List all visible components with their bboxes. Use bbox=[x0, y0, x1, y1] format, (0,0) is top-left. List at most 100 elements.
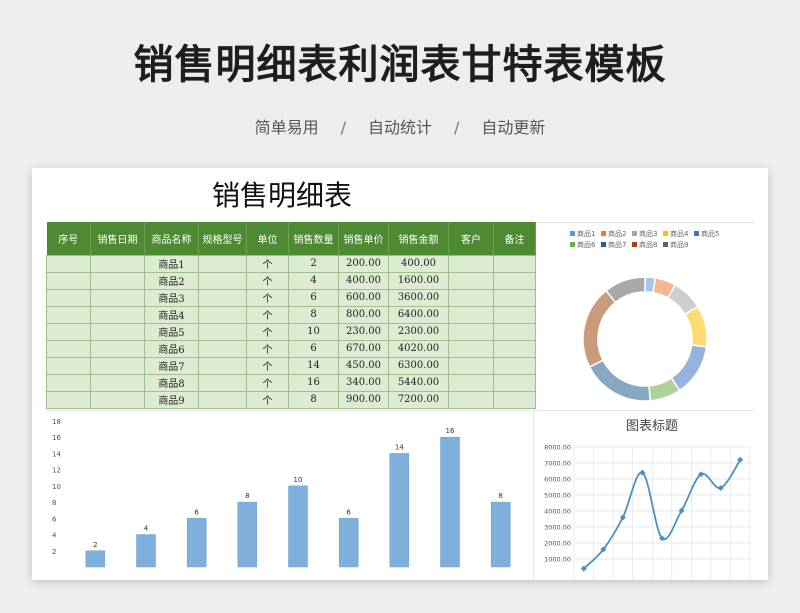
table-cell[interactable] bbox=[46, 254, 91, 273]
table-cell[interactable] bbox=[46, 322, 91, 341]
table-cell[interactable] bbox=[90, 390, 145, 409]
table-cell[interactable] bbox=[198, 390, 247, 409]
table-cell[interactable]: 3600.00 bbox=[388, 288, 449, 307]
table-cell[interactable] bbox=[90, 373, 145, 392]
table-cell[interactable] bbox=[198, 271, 247, 290]
table-cell[interactable]: 10 bbox=[288, 322, 339, 341]
table-cell[interactable] bbox=[198, 254, 247, 273]
table-cell[interactable] bbox=[448, 339, 494, 358]
table-cell[interactable] bbox=[90, 356, 145, 375]
table-cell[interactable]: 8 bbox=[288, 390, 339, 409]
table-cell[interactable] bbox=[493, 305, 536, 324]
table-cell[interactable] bbox=[493, 356, 536, 375]
table-cell[interactable]: 商品5 bbox=[144, 322, 199, 341]
table-cell[interactable] bbox=[90, 339, 145, 358]
column-header[interactable]: 客户 bbox=[448, 222, 494, 255]
table-cell[interactable]: 商品8 bbox=[144, 373, 199, 392]
table-cell[interactable]: 200.00 bbox=[338, 254, 389, 273]
table-cell[interactable]: 4020.00 bbox=[388, 339, 449, 358]
table-cell[interactable]: 4 bbox=[288, 271, 339, 290]
table-cell[interactable]: 2 bbox=[288, 254, 339, 273]
table-cell[interactable]: 商品4 bbox=[144, 305, 199, 324]
table-cell[interactable] bbox=[448, 271, 494, 290]
column-header[interactable]: 销售单价 bbox=[338, 222, 389, 255]
table-cell[interactable] bbox=[493, 373, 536, 392]
table-cell[interactable]: 400.00 bbox=[388, 254, 449, 273]
table-cell[interactable] bbox=[90, 322, 145, 341]
table-cell[interactable]: 个 bbox=[246, 339, 289, 358]
table-cell[interactable] bbox=[46, 288, 91, 307]
table-cell[interactable]: 个 bbox=[246, 356, 289, 375]
table-cell[interactable] bbox=[493, 339, 536, 358]
table-cell[interactable] bbox=[46, 356, 91, 375]
table-cell[interactable]: 230.00 bbox=[338, 322, 389, 341]
table-cell[interactable]: 600.00 bbox=[338, 288, 389, 307]
table-cell[interactable]: 个 bbox=[246, 373, 289, 392]
table-cell[interactable] bbox=[90, 288, 145, 307]
column-header[interactable]: 销售数量 bbox=[288, 222, 339, 255]
column-header[interactable]: 规格型号 bbox=[198, 222, 247, 255]
table-cell[interactable] bbox=[198, 373, 247, 392]
table-cell[interactable]: 个 bbox=[246, 390, 289, 409]
table-cell[interactable]: 个 bbox=[246, 254, 289, 273]
table-cell[interactable]: 450.00 bbox=[338, 356, 389, 375]
table-cell[interactable]: 商品7 bbox=[144, 356, 199, 375]
table-cell[interactable] bbox=[198, 288, 247, 307]
column-header[interactable]: 备注 bbox=[493, 222, 536, 255]
table-cell[interactable] bbox=[448, 390, 494, 409]
table-cell[interactable]: 2300.00 bbox=[388, 322, 449, 341]
table-cell[interactable]: 个 bbox=[246, 271, 289, 290]
table-cell[interactable]: 670.00 bbox=[338, 339, 389, 358]
column-header[interactable]: 销售日期 bbox=[90, 222, 145, 255]
column-header[interactable]: 单位 bbox=[246, 222, 289, 255]
table-cell[interactable]: 商品2 bbox=[144, 271, 199, 290]
table-cell[interactable] bbox=[448, 322, 494, 341]
table-cell[interactable] bbox=[90, 254, 145, 273]
table-cell[interactable]: 16 bbox=[288, 373, 339, 392]
table-cell[interactable] bbox=[46, 373, 91, 392]
column-header[interactable]: 序号 bbox=[46, 222, 91, 255]
table-cell[interactable]: 1600.00 bbox=[388, 271, 449, 290]
table-cell[interactable]: 个 bbox=[246, 305, 289, 324]
table-cell[interactable]: 商品9 bbox=[144, 390, 199, 409]
table-cell[interactable] bbox=[198, 305, 247, 324]
table-cell[interactable]: 6300.00 bbox=[388, 356, 449, 375]
table-cell[interactable] bbox=[46, 271, 91, 290]
table-cell[interactable]: 6 bbox=[288, 288, 339, 307]
table-cell[interactable] bbox=[198, 339, 247, 358]
table-cell[interactable] bbox=[46, 390, 91, 409]
table-cell[interactable] bbox=[448, 254, 494, 273]
table-cell[interactable] bbox=[493, 390, 536, 409]
table-cell[interactable] bbox=[198, 322, 247, 341]
column-header[interactable]: 商品名称 bbox=[144, 222, 199, 255]
table-cell[interactable]: 个 bbox=[246, 288, 289, 307]
table-cell[interactable]: 400.00 bbox=[338, 271, 389, 290]
table-cell[interactable] bbox=[493, 322, 536, 341]
table-cell[interactable]: 900.00 bbox=[338, 390, 389, 409]
table-cell[interactable]: 340.00 bbox=[338, 373, 389, 392]
table-cell[interactable] bbox=[493, 254, 536, 273]
table-cell[interactable] bbox=[46, 339, 91, 358]
table-cell[interactable]: 6 bbox=[288, 339, 339, 358]
table-cell[interactable] bbox=[493, 271, 536, 290]
table-cell[interactable] bbox=[448, 356, 494, 375]
table-cell[interactable]: 个 bbox=[246, 322, 289, 341]
table-cell[interactable]: 商品3 bbox=[144, 288, 199, 307]
table-cell[interactable] bbox=[448, 288, 494, 307]
table-cell[interactable]: 14 bbox=[288, 356, 339, 375]
table-cell[interactable]: 800.00 bbox=[338, 305, 389, 324]
table-cell[interactable]: 商品6 bbox=[144, 339, 199, 358]
table-cell[interactable] bbox=[198, 356, 247, 375]
table-cell[interactable] bbox=[493, 288, 536, 307]
table-cell[interactable] bbox=[90, 305, 145, 324]
table-cell[interactable] bbox=[46, 305, 91, 324]
table-cell[interactable]: 商品1 bbox=[144, 254, 199, 273]
table-cell[interactable]: 7200.00 bbox=[388, 390, 449, 409]
table-cell[interactable]: 5440.00 bbox=[388, 373, 449, 392]
table-cell[interactable] bbox=[90, 271, 145, 290]
table-cell[interactable]: 8 bbox=[288, 305, 339, 324]
table-cell[interactable]: 6400.00 bbox=[388, 305, 449, 324]
table-cell[interactable] bbox=[448, 373, 494, 392]
column-header[interactable]: 销售金额 bbox=[388, 222, 449, 255]
table-cell[interactable] bbox=[448, 305, 494, 324]
